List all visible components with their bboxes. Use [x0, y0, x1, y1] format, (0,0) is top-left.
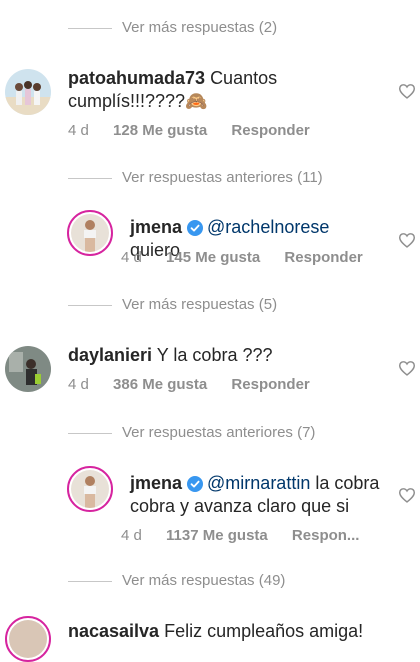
avatar-daylanieri[interactable] — [5, 346, 51, 392]
likes-count[interactable]: 128 Me gusta — [113, 122, 207, 139]
reply-button[interactable]: Responder — [231, 376, 309, 393]
avatar-photo — [71, 214, 109, 252]
avatar-photo — [71, 470, 109, 508]
verified-badge-icon — [187, 476, 204, 492]
heart-icon[interactable] — [398, 83, 416, 99]
verified-badge-icon — [187, 220, 204, 236]
comment-text: jmena @mirnarattin la cobra cobra y avanz… — [130, 472, 380, 518]
avatar-photo — [5, 346, 51, 392]
comment-meta: 4 d 1137 Me gusta Respon... — [121, 527, 379, 544]
comment-time: 4 d — [121, 249, 142, 266]
thread-line — [68, 28, 112, 29]
likes-count[interactable]: 145 Me gusta — [166, 249, 260, 266]
avatar-jmena[interactable] — [67, 210, 113, 256]
avatar-patoahumada73[interactable] — [5, 69, 51, 115]
view-more-replies-button[interactable]: Ver más respuestas (5) — [122, 296, 277, 313]
reply-button[interactable]: Responder — [231, 122, 309, 139]
view-more-replies-button[interactable]: Ver más respuestas (49) — [122, 572, 285, 589]
comment-time: 4 d — [68, 122, 89, 139]
comment-time: 4 d — [68, 376, 89, 393]
comment-text: daylanieri Y la cobra ??? — [68, 344, 368, 367]
heart-icon[interactable] — [398, 232, 416, 248]
comment-username[interactable]: nacasailva — [68, 621, 159, 641]
thread-line — [68, 305, 112, 306]
thread-line — [68, 433, 112, 434]
reply-button[interactable]: Responder — [284, 249, 362, 266]
view-previous-replies-button[interactable]: Ver respuestas anteriores (11) — [122, 169, 323, 186]
thread-line — [68, 581, 112, 582]
comment-username[interactable]: jmena — [130, 217, 182, 237]
comment-text: nacasailva Feliz cumpleaños amiga! — [68, 620, 398, 643]
mention-link[interactable]: @rachelnorese — [207, 217, 329, 237]
comment-username[interactable]: jmena — [130, 473, 182, 493]
heart-icon[interactable] — [398, 487, 416, 503]
view-previous-replies-button[interactable]: Ver respuestas anteriores (7) — [122, 424, 315, 441]
comment-username[interactable]: patoahumada73 — [68, 68, 205, 88]
comment-body: Y la cobra ??? — [156, 345, 273, 365]
comment-meta: 4 d 386 Me gusta Responder — [68, 376, 330, 393]
comment-username[interactable]: daylanieri — [68, 345, 152, 365]
comment-emoji: 🙈 — [185, 91, 208, 111]
likes-count[interactable]: 1137 Me gusta — [166, 527, 268, 544]
comment-time: 4 d — [121, 527, 142, 544]
avatar-jmena[interactable] — [67, 466, 113, 512]
avatar-photo — [5, 69, 51, 115]
comment-body: Feliz cumpleaños amiga! — [164, 621, 364, 641]
thread-line — [68, 178, 112, 179]
comment-text: patoahumada73 Cuantos cumplís!!!????🙈 — [68, 67, 368, 113]
comment-meta: 4 d 145 Me gusta Responder — [121, 249, 383, 266]
likes-count[interactable]: 386 Me gusta — [113, 376, 207, 393]
view-more-replies-button[interactable]: Ver más respuestas (2) — [122, 19, 277, 36]
heart-icon[interactable] — [398, 360, 416, 376]
mention-link[interactable]: @mirnarattin — [207, 473, 310, 493]
avatar-nacasailva[interactable] — [5, 616, 51, 662]
comment-meta: 4 d 128 Me gusta Responder — [68, 122, 330, 139]
reply-button[interactable]: Respon... — [292, 527, 360, 544]
